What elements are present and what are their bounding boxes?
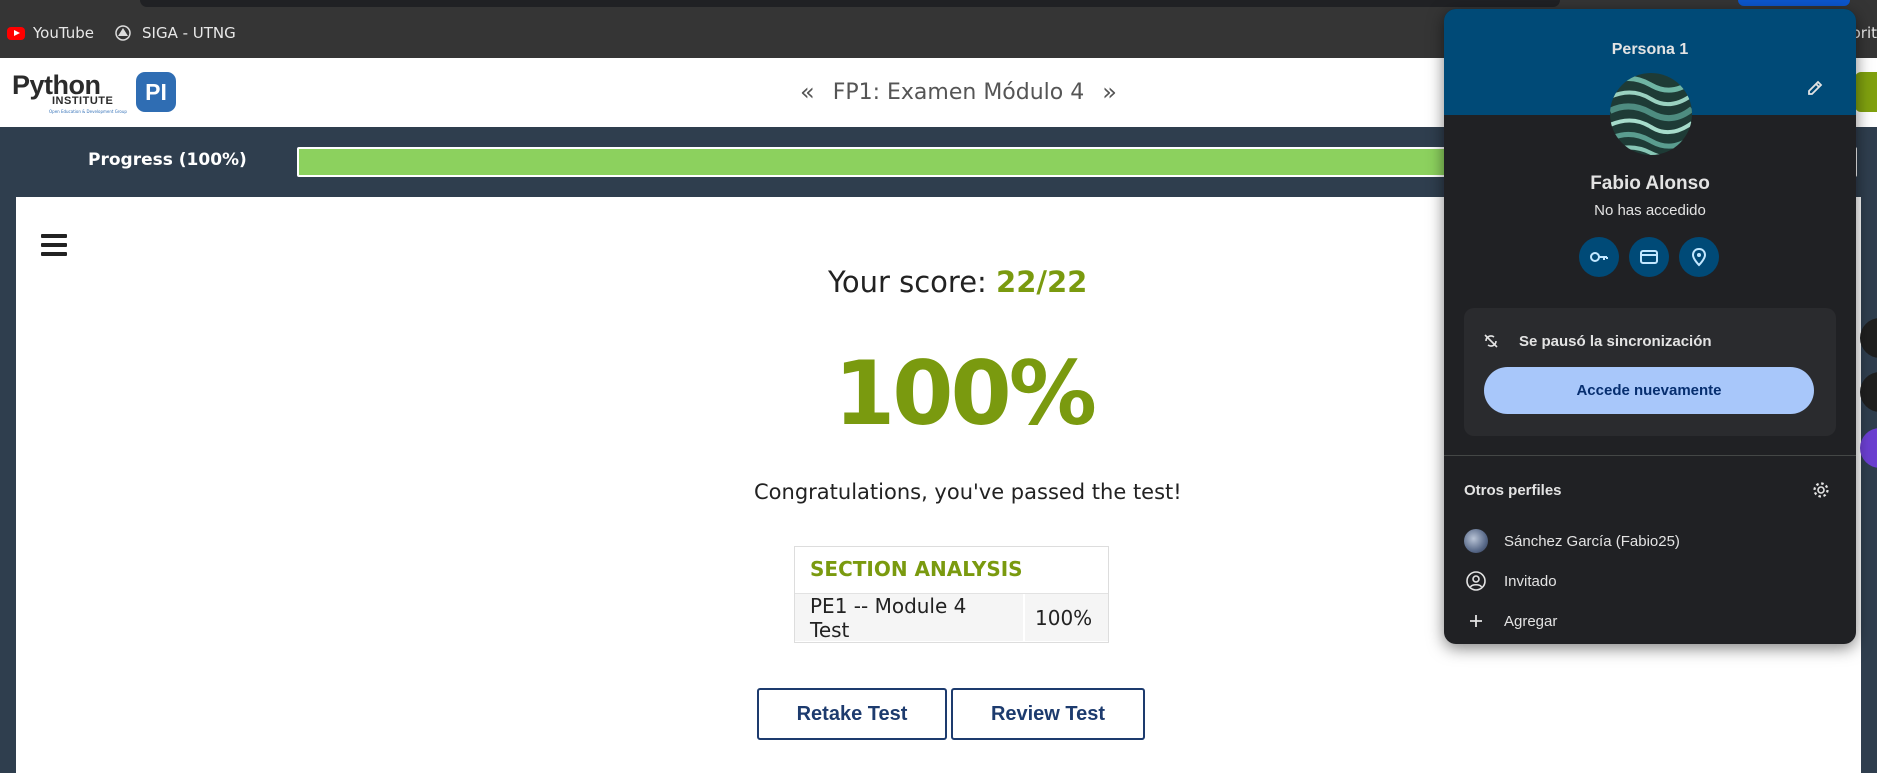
profile-avatar — [1464, 529, 1488, 553]
bookmark-label: SIGA - UTNG — [142, 24, 236, 42]
python-institute-logo[interactable]: Python INSTITUTE Open Education & Develo… — [12, 70, 178, 116]
bookmark-siga[interactable]: SIGA - UTNG — [114, 24, 236, 42]
progress-label: Progress (100%) — [88, 150, 247, 170]
add-profile-item[interactable]: Agregar — [1464, 603, 1836, 639]
sync-paused-card: Se pausó la sincronización Accede nuevam… — [1464, 308, 1836, 436]
bookmark-label: YouTube — [33, 24, 94, 42]
logo-badge: PI — [136, 72, 176, 112]
youtube-icon — [7, 26, 25, 40]
menu-icon[interactable] — [41, 234, 67, 256]
next-module-button[interactable]: » — [1102, 78, 1117, 106]
guest-icon — [1464, 569, 1488, 593]
profile-item-label: Invitado — [1504, 572, 1557, 590]
prev-module-button[interactable]: « — [800, 78, 815, 106]
profile-item-sanchez[interactable]: Sánchez García (Fabio25) — [1464, 523, 1836, 559]
review-test-button[interactable]: Review Test — [951, 688, 1145, 740]
score-label: Your score: — [828, 265, 987, 299]
gear-icon[interactable] — [1812, 481, 1830, 499]
score-line: Your score: 22/22 — [828, 265, 1087, 299]
score-value: 22/22 — [996, 265, 1088, 299]
credit-card-icon[interactable] — [1629, 237, 1669, 277]
logo-sub-text: INSTITUTE — [52, 95, 114, 107]
retake-test-button[interactable]: Retake Test — [757, 688, 947, 740]
profile-status: No has accedido — [1594, 202, 1706, 219]
section-analysis-table: SECTION ANALYSIS PE1 -- Module 4 Test 10… — [794, 546, 1109, 643]
plus-icon — [1464, 609, 1488, 633]
profile-name: Fabio Alonso — [1590, 173, 1710, 194]
header-action-button[interactable] — [1855, 72, 1877, 112]
sync-off-icon — [1482, 332, 1500, 350]
section-name: PE1 -- Module 4 Test — [795, 594, 1025, 642]
profile-menu: Persona 1 Fabio Alonso No has accedido S… — [1444, 9, 1856, 644]
location-pin-icon[interactable] — [1679, 237, 1719, 277]
address-bar[interactable] — [140, 0, 1560, 7]
avatar[interactable] — [1610, 73, 1692, 155]
sign-in-again-button[interactable]: Accede nuevamente — [1484, 367, 1814, 414]
profile-menu-title: Persona 1 — [1611, 41, 1689, 58]
pencil-icon[interactable] — [1806, 79, 1824, 97]
page-title: FP1: Examen Módulo 4 — [832, 79, 1085, 105]
logo-tagline: Open Education & Development Group — [49, 109, 127, 114]
other-profiles-heading: Otros perfiles — [1464, 482, 1562, 499]
sync-status-text: Se pausó la sincronización — [1519, 333, 1712, 350]
section-analysis-heading: SECTION ANALYSIS — [810, 557, 1023, 581]
table-row: PE1 -- Module 4 Test 100% — [795, 593, 1108, 642]
toolbar-button[interactable] — [1738, 0, 1850, 6]
divider — [1444, 455, 1856, 456]
score-percent: 100% — [834, 342, 1097, 445]
side-panel-button[interactable] — [1860, 372, 1877, 412]
side-panel-button[interactable] — [1860, 318, 1877, 358]
profile-item-label: Agregar — [1504, 612, 1558, 630]
profile-item-label: Sánchez García (Fabio25) — [1504, 532, 1680, 550]
bookmark-youtube[interactable]: YouTube — [7, 24, 94, 42]
section-score: 100% — [1035, 605, 1093, 630]
assistant-button[interactable] — [1860, 428, 1877, 468]
module-navigation: « FP1: Examen Módulo 4 » — [800, 78, 1117, 106]
siga-icon — [114, 24, 132, 42]
profile-item-guest[interactable]: Invitado — [1464, 563, 1836, 599]
key-icon[interactable] — [1579, 237, 1619, 277]
result-message: Congratulations, you've passed the test! — [754, 480, 1182, 504]
profile-quick-actions — [1579, 237, 1719, 277]
